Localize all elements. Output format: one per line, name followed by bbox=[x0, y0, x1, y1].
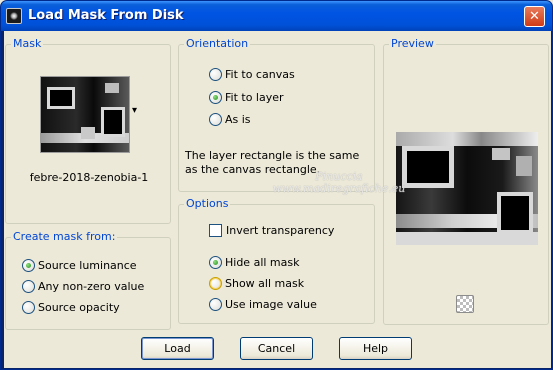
radio-label: Fit to canvas bbox=[225, 67, 295, 81]
checkbox-label: Invert transparency bbox=[226, 223, 335, 237]
options-group: Options Invert transparency Hide all mas… bbox=[178, 197, 375, 324]
watermark-line2: www.madiregrafiche.eu bbox=[272, 182, 406, 195]
radio-indicator bbox=[209, 90, 222, 104]
mask-filename: febre-2018-zenobia-1 bbox=[29, 171, 149, 184]
radio-indicator bbox=[209, 112, 222, 126]
radio-hide-all-mask[interactable]: Hide all mask bbox=[209, 254, 299, 270]
radio-fit-to-canvas[interactable]: Fit to canvas bbox=[209, 66, 295, 82]
radio-indicator bbox=[22, 279, 35, 293]
radio-label: Fit to layer bbox=[225, 90, 284, 104]
preview-label: Preview bbox=[389, 37, 436, 50]
radio-label: Show all mask bbox=[225, 276, 305, 290]
radio-label: Source luminance bbox=[38, 258, 137, 272]
cancel-button[interactable]: Cancel bbox=[240, 337, 313, 360]
create-mask-label: Create mask from: bbox=[11, 230, 118, 243]
help-button[interactable]: Help bbox=[339, 337, 412, 360]
radio-label: Hide all mask bbox=[225, 255, 300, 269]
app-icon bbox=[6, 8, 22, 24]
checkbox-indicator bbox=[209, 223, 222, 237]
dialog-window: Load Mask From Disk ✕ Mask ▾ febre-2018-… bbox=[0, 0, 553, 370]
radio-as-is[interactable]: As is bbox=[209, 111, 251, 127]
close-button[interactable]: ✕ bbox=[524, 6, 545, 27]
invert-transparency-checkbox[interactable]: Invert transparency bbox=[209, 222, 334, 238]
options-label: Options bbox=[184, 197, 231, 210]
transparency-toggle-icon[interactable] bbox=[456, 295, 474, 313]
load-button[interactable]: Load bbox=[141, 337, 214, 360]
create-mask-group: Create mask from: Source luminance Any n… bbox=[5, 230, 171, 330]
radio-any-nonzero[interactable]: Any non-zero value bbox=[22, 278, 144, 294]
dialog-body: Mask ▾ febre-2018-zenobia-1 Create mask … bbox=[4, 31, 551, 368]
mask-group: Mask ▾ febre-2018-zenobia-1 bbox=[5, 37, 171, 224]
orientation-label: Orientation bbox=[184, 37, 251, 50]
radio-label: Use image value bbox=[225, 297, 317, 311]
radio-label: Source opacity bbox=[38, 300, 120, 314]
watermark-text: Pinuccia www.madiregrafiche.eu bbox=[259, 171, 419, 195]
mask-thumbnail[interactable] bbox=[40, 76, 130, 153]
radio-use-image-value[interactable]: Use image value bbox=[209, 296, 317, 312]
mask-dropdown-arrow[interactable]: ▾ bbox=[132, 105, 137, 116]
radio-label: Any non-zero value bbox=[38, 279, 145, 293]
title-bar[interactable]: Load Mask From Disk ✕ bbox=[1, 1, 552, 31]
mask-image bbox=[41, 77, 129, 152]
radio-indicator bbox=[22, 258, 35, 272]
window-title: Load Mask From Disk bbox=[28, 8, 184, 23]
radio-show-all-mask[interactable]: Show all mask bbox=[209, 275, 304, 291]
radio-source-luminance[interactable]: Source luminance bbox=[22, 257, 137, 273]
radio-source-opacity[interactable]: Source opacity bbox=[22, 299, 120, 315]
radio-indicator bbox=[209, 276, 222, 290]
radio-fit-to-layer[interactable]: Fit to layer bbox=[209, 89, 284, 105]
radio-indicator bbox=[209, 67, 222, 81]
mask-group-label: Mask bbox=[11, 37, 44, 50]
radio-label: As is bbox=[225, 112, 251, 126]
radio-indicator bbox=[22, 300, 35, 314]
radio-indicator bbox=[209, 297, 222, 311]
radio-indicator bbox=[209, 255, 222, 269]
